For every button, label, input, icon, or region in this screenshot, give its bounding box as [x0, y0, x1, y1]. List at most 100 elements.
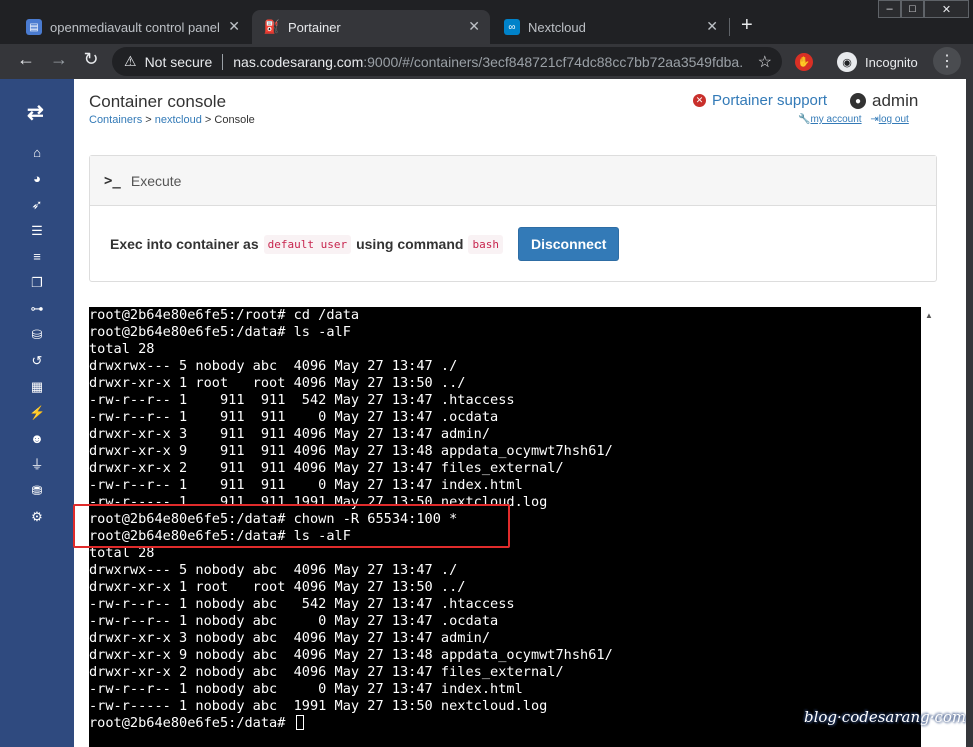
home-icon[interactable]: ⌂: [29, 145, 45, 161]
terminal-line: drwxrwx--- 5 nobody abc 4096 May 27 13:4…: [89, 562, 458, 578]
breadcrumb-containers[interactable]: Containers: [89, 114, 142, 126]
logout-icon: ⇥: [870, 114, 879, 125]
page-scrollbar[interactable]: [966, 79, 973, 747]
omnibox-divider: [222, 53, 224, 70]
terminal-line: drwxr-xr-x 3 911 911 4096 May 27 13:47 a…: [89, 426, 491, 442]
bookmark-star-icon[interactable]: ☆: [758, 52, 772, 72]
engine-icon[interactable]: ▦: [29, 379, 45, 395]
tab-title: openmediavault control panel - c: [50, 19, 220, 35]
breadcrumb-current: Console: [214, 114, 255, 126]
sidebar: ⇄ ⌂ ◕ ➶ ☰ ≡ ❐ ⊶ ⛁ ↺ ▦ ⚡ ☻ ⏚ ⛃ ⚙: [0, 79, 74, 747]
account-links: 🔧my account ⇥log out: [798, 114, 915, 125]
page-title: Container console: [89, 92, 227, 111]
terminal-line: -rw-r--r-- 1 911 911 0 May 27 13:47 .ocd…: [89, 409, 499, 425]
close-icon[interactable]: ✕: [706, 18, 718, 35]
tab-separator: [729, 18, 730, 36]
wrench-icon: 🔧: [798, 114, 811, 125]
tab-portainer[interactable]: ⛽ Portainer ✕: [252, 10, 490, 44]
breadcrumb-nextcloud[interactable]: nextcloud: [155, 114, 202, 126]
portainer-icon: ⛽: [263, 19, 281, 35]
terminal-line: -rw-r----- 1 nobody abc 1991 May 27 13:5…: [89, 698, 548, 714]
terminal-line: drwxr-xr-x 1 root root 4096 May 27 13:50…: [89, 375, 466, 391]
volumes-icon[interactable]: ⛁: [29, 327, 45, 343]
command-code: bash: [468, 234, 503, 254]
warning-icon[interactable]: ⚠: [124, 53, 137, 70]
terminal-line: drwxrwx--- 5 nobody abc 4096 May 27 13:4…: [89, 358, 458, 374]
new-tab-icon[interactable]: +: [741, 14, 753, 37]
panel-title: Execute: [130, 172, 182, 189]
tab-openmediavault[interactable]: ▤ openmediavault control panel - c ✕: [14, 10, 250, 44]
stacks-icon[interactable]: ☰: [29, 223, 45, 239]
incognito-label: Incognito: [865, 54, 918, 70]
terminal-line: -rw-r--r-- 1 nobody abc 0 May 27 13:47 i…: [89, 681, 523, 697]
reload-icon[interactable]: ↻: [79, 49, 103, 70]
terminal-line: drwxr-xr-x 3 nobody abc 4096 May 27 13:4…: [89, 630, 491, 646]
support-label: Portainer support: [712, 92, 828, 109]
registries-icon[interactable]: ⏚: [29, 457, 45, 473]
terminal[interactable]: root@2b64e80e6fe5:/root# cd /data root@2b…: [73, 307, 921, 747]
scroll-up-icon[interactable]: ▲: [925, 311, 933, 320]
terminal-line: drwxr-xr-x 2 nobody abc 4096 May 27 13:4…: [89, 664, 564, 680]
containers-icon[interactable]: ≡: [29, 249, 45, 265]
terminal-line: drwxr-xr-x 1 root root 4096 May 27 13:50…: [89, 579, 466, 595]
minimize-button[interactable]: –: [878, 0, 901, 18]
url-path: :9000/#/containers/3ecf848721cf74dc88cc7…: [363, 53, 744, 70]
terminal-line: root@2b64e80e6fe5:/data# ls -alF: [89, 324, 351, 340]
address-bar[interactable]: ⚠ Not secure nas.codesarang.com:9000/#/c…: [112, 47, 782, 76]
omv-icon: ▤: [26, 19, 42, 35]
terminal-prompt[interactable]: root@2b64e80e6fe5:/data#: [89, 715, 304, 732]
terminal-line: -rw-r--r-- 1 nobody abc 542 May 27 13:47…: [89, 596, 515, 612]
watermark: blog·codesarang·com: [804, 708, 966, 726]
incognito-icon: ◉: [837, 52, 857, 72]
templates-icon[interactable]: ➶: [29, 197, 45, 213]
user-icon: ●: [850, 93, 866, 109]
endpoints-icon[interactable]: ⚡: [29, 405, 45, 421]
main-content: Container console Containers > nextcloud…: [73, 79, 966, 747]
close-icon[interactable]: ✕: [468, 18, 480, 35]
panel-header: >_ Execute: [90, 156, 936, 206]
browser-toolbar: ← → ↻ ⚠ Not secure nas.codesarang.com:90…: [0, 44, 973, 79]
page-content: ⇄ ⌂ ◕ ➶ ☰ ≡ ❐ ⊶ ⛁ ↺ ▦ ⚡ ☻ ⏚ ⛃ ⚙ Containe…: [0, 79, 966, 747]
browser-tab-bar: ▤ openmediavault control panel - c ✕ ⛽ P…: [0, 0, 973, 44]
browser-menu-icon[interactable]: ⋮: [933, 47, 961, 75]
terminal-icon: >_: [104, 172, 121, 189]
extension-icon[interactable]: ✋: [795, 53, 813, 71]
terminal-line: -rw-r--r-- 1 911 911 542 May 27 13:47 .h…: [89, 392, 515, 408]
forward-icon[interactable]: →: [47, 49, 71, 70]
url-text[interactable]: nas.codesarang.com:9000/#/containers/3ec…: [233, 54, 743, 70]
incognito-indicator[interactable]: ◉ Incognito: [837, 50, 918, 74]
users-icon[interactable]: ☻: [29, 431, 45, 447]
networks-icon[interactable]: ⊶: [29, 301, 45, 317]
close-window-button[interactable]: ✕: [924, 0, 969, 18]
dashboard-icon[interactable]: ◕: [29, 171, 45, 187]
terminal-scrollbar[interactable]: [921, 307, 937, 747]
my-account-link[interactable]: my account: [810, 114, 861, 125]
nextcloud-icon: ∞: [504, 19, 520, 35]
back-icon[interactable]: ←: [14, 49, 38, 70]
support-icon: ✕: [693, 94, 706, 107]
maximize-button[interactable]: □: [901, 0, 924, 18]
highlight-box: [73, 504, 510, 548]
images-icon[interactable]: ❐: [29, 275, 45, 291]
terminal-line: -rw-r--r-- 1 nobody abc 0 May 27 13:47 .…: [89, 613, 499, 629]
security-label[interactable]: Not secure: [145, 54, 213, 70]
url-host: nas.codesarang.com: [233, 53, 364, 70]
tab-title: Portainer: [288, 19, 341, 35]
logout-link[interactable]: log out: [879, 114, 909, 125]
close-icon[interactable]: ✕: [228, 18, 240, 35]
terminal-line: drwxr-xr-x 9 nobody abc 4096 May 27 13:4…: [89, 647, 613, 663]
disconnect-button[interactable]: Disconnect: [517, 227, 620, 261]
settings-icon[interactable]: ⚙: [29, 509, 45, 525]
user-code: default user: [263, 234, 352, 254]
terminal-line: drwxr-xr-x 9 911 911 4096 May 27 13:48 a…: [89, 443, 613, 459]
terminal-line: drwxr-xr-x 2 911 911 4096 May 27 13:47 f…: [89, 460, 564, 476]
username: admin: [872, 91, 919, 110]
portainer-support-link[interactable]: ✕ Portainer support: [693, 92, 827, 109]
execute-panel: >_ Execute Exec into container as defaul…: [89, 155, 937, 282]
terminal-line: total 28: [89, 341, 155, 357]
tab-nextcloud[interactable]: ∞ Nextcloud ✕: [492, 10, 728, 44]
tab-title: Nextcloud: [528, 19, 586, 35]
events-icon[interactable]: ↺: [29, 353, 45, 369]
portainer-logo-icon[interactable]: ⇄: [27, 100, 44, 125]
database-icon[interactable]: ⛃: [29, 483, 45, 499]
